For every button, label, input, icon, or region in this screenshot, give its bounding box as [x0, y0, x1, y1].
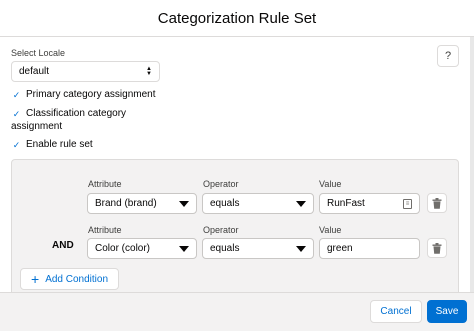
value-input[interactable]: green [319, 238, 420, 259]
dialog-header: Categorization Rule Set [0, 0, 474, 37]
operator-select-value: equals [210, 243, 240, 254]
plus-icon: + [31, 271, 40, 287]
chevron-down-icon [296, 245, 306, 252]
condition-connector: AND [52, 240, 74, 251]
locale-label: Select Locale [11, 48, 66, 58]
lookup-icon[interactable]: ≡ [403, 198, 412, 209]
attribute-select-value: Color (color) [95, 243, 151, 254]
primary-assignment-checkbox[interactable]: ✓ Primary category assignment [11, 89, 156, 101]
enable-rule-set-label: Enable rule set [26, 139, 93, 150]
value-label: Value [319, 225, 342, 235]
value-input[interactable]: RunFast ≡ [319, 193, 420, 214]
operator-label: Operator [203, 225, 239, 235]
chevron-down-icon [296, 200, 306, 207]
attribute-select-value: Brand (brand) [95, 198, 157, 209]
value-input-text: RunFast [327, 198, 365, 209]
chevron-down-icon [179, 245, 189, 252]
cancel-button[interactable]: Cancel [370, 300, 422, 323]
classification-assignment-label: Classification category assignment [11, 108, 127, 132]
trash-icon [432, 197, 442, 209]
add-condition-label: Add Condition [45, 273, 109, 285]
help-button[interactable]: ? [437, 45, 459, 67]
operator-select-value: equals [210, 198, 240, 209]
dialog-title: Categorization Rule Set [157, 9, 317, 27]
locale-select-value: default [19, 66, 50, 77]
check-icon: ✓ [12, 140, 21, 150]
chevron-down-icon [179, 200, 189, 207]
delete-condition-button[interactable] [427, 193, 447, 213]
attribute-label: Attribute [88, 179, 122, 189]
attribute-select[interactable]: Color (color) [87, 238, 197, 259]
scrollbar-track[interactable] [470, 37, 474, 292]
enable-rule-set-checkbox[interactable]: ✓ Enable rule set [11, 139, 93, 151]
primary-assignment-label: Primary category assignment [26, 89, 156, 100]
operator-select[interactable]: equals [202, 238, 314, 259]
operator-select[interactable]: equals [202, 193, 314, 214]
check-icon: ✓ [12, 90, 21, 100]
value-label: Value [319, 179, 342, 189]
up-down-icon: ▲ ▼ [146, 65, 152, 77]
locale-select[interactable]: default ▲ ▼ [11, 61, 160, 82]
save-button[interactable]: Save [427, 300, 467, 323]
add-condition-button[interactable]: + Add Condition [20, 268, 119, 290]
operator-label: Operator [203, 179, 239, 189]
delete-condition-button[interactable] [427, 238, 447, 258]
attribute-label: Attribute [88, 225, 122, 235]
trash-icon [432, 242, 442, 254]
value-input-text: green [327, 243, 353, 254]
attribute-select[interactable]: Brand (brand) [87, 193, 197, 214]
question-icon: ? [444, 50, 452, 62]
